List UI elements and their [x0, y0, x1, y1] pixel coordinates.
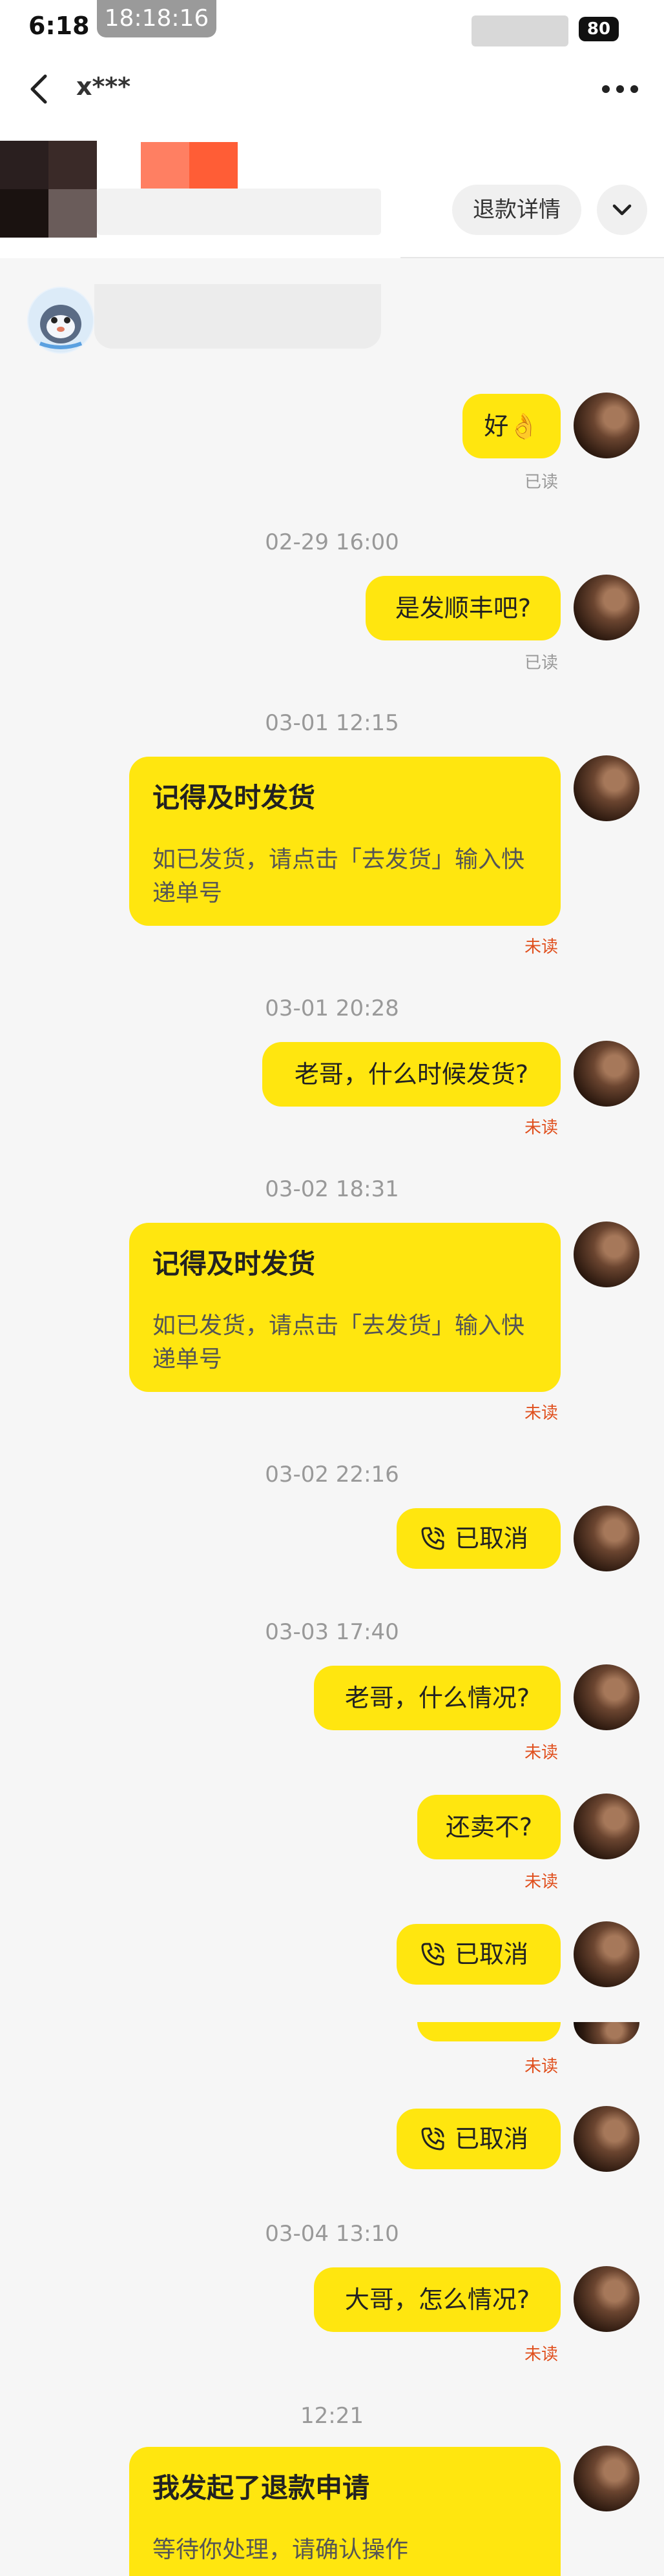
card-body: 等待你处理，请确认操作 — [152, 2537, 409, 2563]
read-status: 已读 — [524, 653, 558, 673]
read-status: 未读 — [524, 2345, 558, 2364]
call-status: 已取消 — [455, 2125, 529, 2153]
reminder-card[interactable]: 记得及时发货 如已发货，请点击「去发货」输入快递单号 — [129, 757, 561, 926]
read-status: 未读 — [524, 937, 558, 957]
card-title: 记得及时发货 — [152, 1248, 316, 1280]
divider — [400, 257, 664, 258]
chevron-left-icon[interactable] — [23, 72, 57, 106]
message-bubble[interactable]: 老哥，什么时候发货? — [262, 1042, 561, 1107]
mascot-icon — [28, 288, 93, 353]
read-status: 未读 — [524, 1118, 558, 1138]
more-horizontal-icon[interactable] — [601, 80, 639, 98]
seller-message-blurred — [94, 284, 381, 349]
phone-icon — [421, 1943, 444, 1966]
timestamp: 03-03 17:40 — [265, 1619, 399, 1645]
read-status: 未读 — [524, 1404, 558, 1423]
phone-icon — [421, 2127, 444, 2151]
refund-request-card[interactable]: 我发起了退款申请 等待你处理，请确认操作 — [129, 2447, 561, 2576]
my-avatar[interactable] — [574, 1506, 639, 1571]
my-avatar[interactable] — [574, 1041, 639, 1107]
timestamp: 02-29 16:00 — [265, 529, 399, 555]
phone-icon — [421, 1527, 444, 1550]
expand-button[interactable] — [597, 185, 647, 235]
call-record[interactable]: 已取消 — [397, 1924, 561, 1985]
refund-details-button[interactable]: 退款详情 — [452, 185, 581, 235]
call-status: 已取消 — [455, 1524, 529, 1553]
message-bubble[interactable]: 是发顺丰吧? — [366, 576, 561, 640]
call-record[interactable]: 已取消 — [397, 2109, 561, 2169]
timestamp: 03-02 22:16 — [265, 1462, 399, 1487]
timestamp: 03-01 20:28 — [265, 996, 399, 1021]
card-body: 如已发货，请点击「去发货」输入快递单号 — [152, 846, 525, 906]
card-body: 如已发货，请点击「去发货」输入快递单号 — [152, 1313, 525, 1373]
call-record[interactable]: 已取消 — [397, 1508, 561, 1569]
message-bubble[interactable]: 老哥，什么情况? — [314, 1666, 561, 1730]
read-status: 未读 — [524, 2057, 558, 2076]
my-avatar[interactable] — [574, 2266, 639, 2332]
my-avatar[interactable] — [574, 755, 639, 821]
chevron-down-icon — [612, 204, 632, 216]
product-price-tag — [141, 142, 238, 190]
my-avatar[interactable] — [574, 1664, 639, 1730]
message-bubble[interactable]: 大哥，怎么情况? — [314, 2267, 561, 2332]
my-avatar[interactable] — [574, 1794, 639, 1859]
my-avatar — [574, 2022, 639, 2044]
seller-avatar[interactable] — [27, 287, 94, 354]
signal-icon — [472, 15, 568, 46]
battery-indicator: 80 — [579, 17, 619, 41]
call-status: 已取消 — [455, 1940, 529, 1968]
card-title: 我发起了退款申请 — [152, 2472, 370, 2504]
my-avatar[interactable] — [574, 575, 639, 640]
message-bubble[interactable]: 好👌 — [462, 394, 561, 458]
reminder-card[interactable]: 记得及时发货 如已发货，请点击「去发货」输入快递单号 — [129, 1223, 561, 1392]
my-avatar[interactable] — [574, 1222, 639, 1287]
status-time: 6:18 — [28, 12, 90, 40]
timestamp: 03-04 13:10 — [265, 2221, 399, 2247]
my-avatar[interactable] — [574, 2106, 639, 2172]
my-avatar[interactable] — [574, 1921, 639, 1987]
product-thumbnail[interactable] — [0, 141, 97, 238]
product-info-blurred — [97, 189, 381, 235]
screen-recording-timer: 18:18:16 — [97, 0, 216, 37]
read-status: 已读 — [524, 473, 558, 492]
contact-name: x*** — [76, 72, 131, 101]
my-avatar[interactable] — [574, 393, 639, 458]
message-bubble-partial — [417, 2022, 561, 2041]
timestamp: 03-01 12:15 — [265, 710, 399, 736]
timestamp: 03-02 18:31 — [265, 1176, 399, 1202]
read-status: 未读 — [524, 1872, 558, 1892]
message-bubble[interactable]: 还卖不? — [417, 1795, 561, 1859]
timestamp: 12:21 — [300, 2403, 364, 2429]
my-avatar[interactable] — [574, 2446, 639, 2511]
read-status: 未读 — [524, 1743, 558, 1763]
card-title: 记得及时发货 — [152, 782, 316, 813]
